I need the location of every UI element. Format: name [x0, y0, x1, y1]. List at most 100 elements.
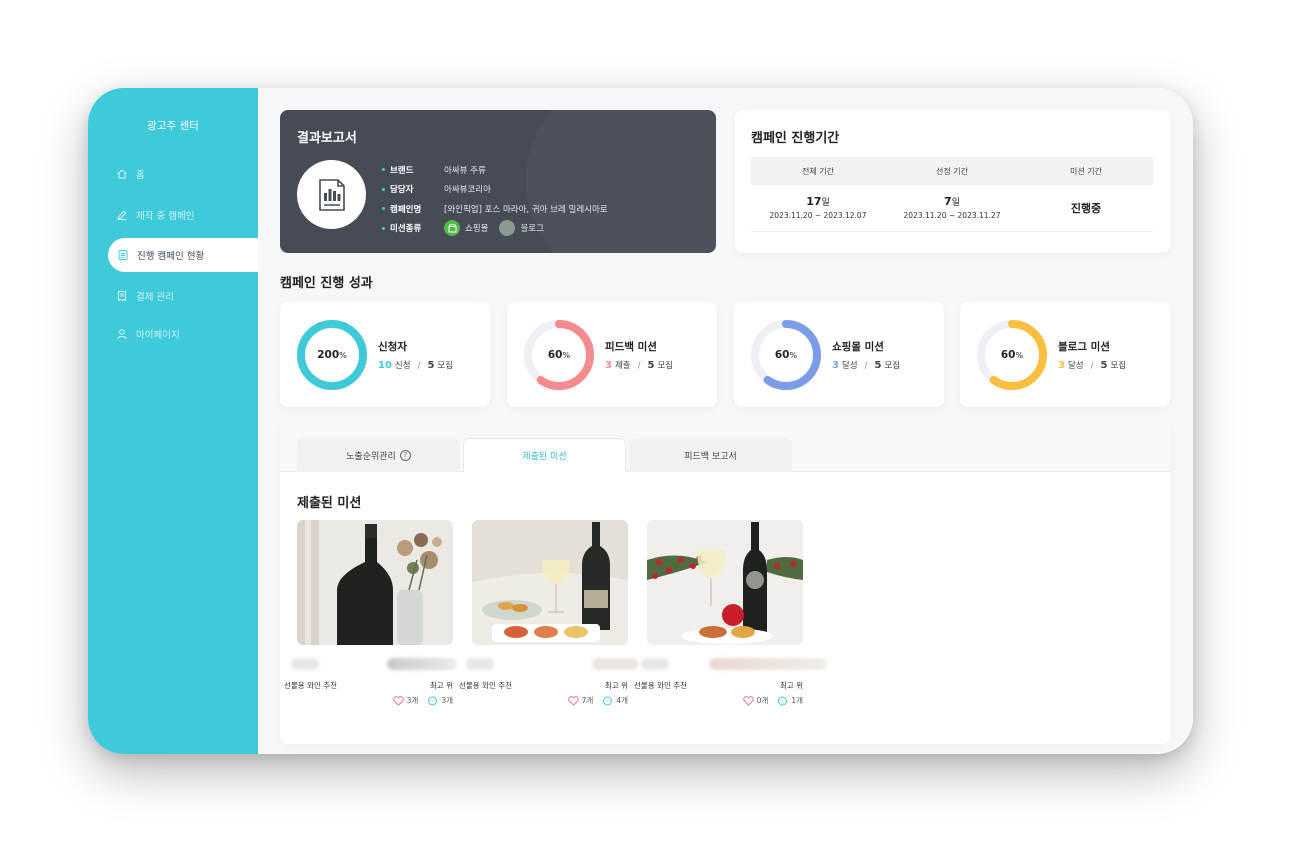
tab-exposure-ranking[interactable]: 노출순위관리 ? [297, 438, 460, 472]
header-mission-period: 미션 기간 [1019, 157, 1153, 185]
sidebar-item-label: 마이페이지 [136, 330, 180, 341]
blurred-username [709, 658, 827, 670]
home-icon [117, 169, 127, 179]
period-title: 캠페인 진행기간 [751, 131, 840, 146]
blurred-avatar [641, 658, 669, 670]
stat-title: 블로그 미션 [1058, 341, 1110, 353]
stat-title: 피드백 미션 [605, 341, 657, 353]
main-content: 결과보고서 브랜드 아싸뷰 주류 담당자 아싸뷰코리아 캠페인명 [와인픽업] … [258, 88, 1193, 754]
mission-stats: 0개 1개 [742, 695, 803, 706]
row-key: 캠페인명 [382, 203, 444, 215]
blurred-username [387, 658, 457, 670]
report-row-campaign-name: 캠페인명 [와인픽업] 포스 마라아, 귀아 브레 밀레시마로 [382, 199, 608, 219]
total-days: 17 [806, 195, 822, 209]
total-days-unit: 일 [821, 198, 830, 209]
comment-icon [428, 696, 438, 705]
mission-period-cell: 진행중 [1019, 185, 1153, 232]
blurred-username [592, 658, 638, 670]
likes: 7개 [567, 695, 593, 706]
stat-detail: 10 신청/5 모집 [378, 360, 454, 371]
missions-title: 제출된 미션 [297, 496, 362, 511]
selection-days: 7 [944, 195, 952, 209]
mission-card[interactable]: 선물용 와인 추천 최고 위 7개 4개 [459, 520, 638, 706]
selection-period-cell: 7일 2023.11.20 ~ 2023.11.27 [885, 185, 1019, 232]
total-range: 2023.11.20 ~ 2023.12.07 [769, 211, 867, 221]
row-value: 아싸뷰 주류 [444, 165, 486, 176]
row-key: 브랜드 [382, 164, 444, 176]
total-period-cell: 17일 2023.11.20 ~ 2023.12.07 [751, 185, 885, 232]
sidebar-item-label: 제작 중 캠페인 [136, 211, 195, 222]
likes: 0개 [742, 695, 768, 706]
period-table: 전체 기간 선정 기간 미션 기간 17일 2023.11.20 ~ 2023.… [751, 157, 1153, 232]
mission-card[interactable]: 선물용 와인 추천 최고 위 0개 1개 [634, 520, 827, 706]
sidebar-item-home[interactable]: 홈 [116, 165, 145, 183]
row-value: [와인픽업] 포스 마라아, 귀아 브레 밀레시마로 [444, 204, 608, 215]
sidebar-item-campaign-status[interactable]: 진행 캠페인 현황 [108, 238, 268, 272]
blurred-avatar [291, 658, 319, 670]
comment-icon [778, 696, 788, 705]
shop-icon [444, 220, 460, 237]
report-icon [297, 160, 366, 229]
row-value: 쇼핑몰 블로그 [444, 220, 544, 237]
header-selection-period: 선정 기간 [885, 157, 1019, 185]
blog-icon [499, 220, 516, 237]
progress-percent: 60% [774, 349, 798, 361]
heart-icon [567, 695, 579, 706]
sidebar-item-in-production[interactable]: 제작 중 캠페인 [116, 206, 194, 224]
mission-type-blog: 블로그 [520, 224, 544, 235]
tab-label: 피드백 보고서 [684, 451, 737, 462]
missions-panel: 노출순위관리 ? 제출된 미션 피드백 보고서 제출된 미션 선물용 와인 추천… [280, 422, 1170, 744]
pencil-icon [117, 210, 127, 220]
stat-card-shop-mission: 60% 쇼핑몰 미션 3 달성/5 모집 [734, 302, 944, 407]
stat-detail: 3 달성/5 모집 [1058, 360, 1127, 371]
tab-submitted-missions[interactable]: 제출된 미션 [463, 438, 626, 473]
help-icon[interactable]: ? [399, 449, 411, 461]
sidebar: 광고주 센터 홈 제작 중 캠페인 진행 캠페인 현황 결제 관리 마이페이지 [88, 88, 268, 754]
receipt-icon [118, 291, 126, 302]
sidebar-item-label: 진행 캠페인 현황 [137, 251, 205, 262]
comments: 3개 [427, 695, 453, 706]
tab-label: 노출순위관리 [346, 451, 396, 462]
row-key: 담당자 [382, 183, 444, 195]
heart-icon [392, 695, 404, 706]
stat-card-feedback-mission: 60% 피드백 미션 3 제출/5 모집 [507, 302, 717, 407]
sidebar-item-label: 결제 관리 [136, 292, 174, 303]
mission-tag: 선물용 와인 추천 [634, 681, 688, 690]
progress-percent: 60% [1000, 349, 1024, 361]
comments: 1개 [777, 695, 803, 706]
blurred-avatar [466, 658, 494, 670]
stat-detail: 3 제출/5 모집 [605, 360, 674, 371]
tab-feedback-report[interactable]: 피드백 보고서 [629, 438, 792, 472]
stat-title: 신청자 [378, 341, 407, 353]
mission-type-shop: 쇼핑몰 [465, 224, 489, 235]
mission-tag: 선물용 와인 추천 [459, 681, 513, 690]
sidebar-item-payment[interactable]: 결제 관리 [116, 287, 174, 305]
comment-icon [603, 696, 613, 705]
comments: 4개 [602, 695, 628, 706]
mission-photo [647, 520, 803, 645]
mission-best-rank: 최고 위 [779, 681, 803, 690]
mission-status: 진행중 [1070, 201, 1102, 215]
stat-card-applicants: 200% 신청자 10 신청/5 모집 [280, 302, 490, 407]
mission-photo [297, 520, 453, 645]
campaign-period-card: 캠페인 진행기간 전체 기간 선정 기간 미션 기간 17일 2023.11.2… [735, 110, 1170, 253]
selection-days-unit: 일 [951, 198, 960, 209]
sidebar-item-mypage[interactable]: 마이페이지 [116, 325, 180, 343]
report-row-manager: 담당자 아싸뷰코리아 [382, 180, 608, 200]
document-icon [118, 250, 128, 260]
performance-title: 캠페인 진행 성과 [280, 276, 373, 291]
mission-stats: 7개 4개 [567, 695, 628, 706]
tab-label: 제출된 미션 [522, 452, 567, 462]
user-icon [117, 329, 127, 340]
sidebar-item-label: 홈 [136, 170, 145, 181]
sidebar-brand: 광고주 센터 [147, 120, 199, 132]
mission-best-rank: 최고 위 [429, 681, 453, 690]
row-key: 미션종류 [382, 222, 444, 234]
mission-card[interactable]: 선물용 와인 추천 최고 위 3개 3개 [284, 520, 457, 706]
selection-range: 2023.11.20 ~ 2023.11.27 [903, 211, 1001, 221]
stat-detail: 3 달성/5 모집 [832, 360, 901, 371]
stat-title: 쇼핑몰 미션 [832, 341, 884, 353]
result-report-card: 결과보고서 브랜드 아싸뷰 주류 담당자 아싸뷰코리아 캠페인명 [와인픽업] … [280, 110, 716, 253]
likes: 3개 [392, 695, 418, 706]
bar-chart-document-icon [318, 178, 345, 211]
